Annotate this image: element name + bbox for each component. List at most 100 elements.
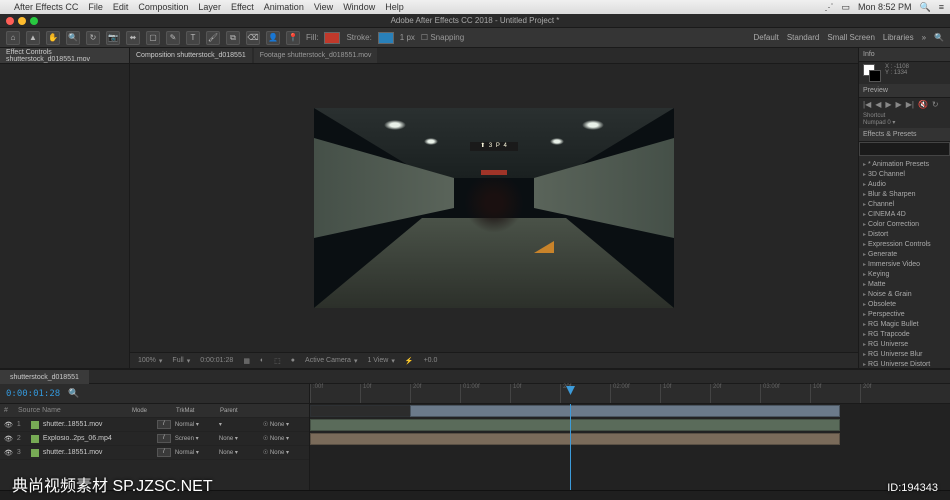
camera-tool[interactable]: 📷 bbox=[106, 31, 120, 45]
wifi-icon[interactable]: ⋰ bbox=[824, 2, 833, 13]
workspace-libraries[interactable]: Libraries bbox=[883, 33, 914, 42]
shortcut-dropdown[interactable]: Numpad 0 ▾ bbox=[863, 119, 946, 126]
menu-edit[interactable]: Edit bbox=[113, 2, 129, 12]
stroke-width[interactable]: 1 px bbox=[400, 33, 415, 42]
play-icon[interactable]: ▶ bbox=[885, 100, 891, 109]
notification-icon[interactable]: ≡ bbox=[939, 2, 944, 12]
playhead[interactable] bbox=[570, 404, 571, 490]
effect-category[interactable]: Color Correction bbox=[863, 220, 946, 230]
mute-icon[interactable]: 🔇 bbox=[918, 100, 928, 109]
time-ruler[interactable]: :00f10f20f01:00f10f20f02:00f10f20f03:00f… bbox=[310, 384, 950, 403]
effect-category[interactable]: RG Trapcode bbox=[863, 330, 946, 340]
eraser-tool[interactable]: ⌫ bbox=[246, 31, 260, 45]
trkmat-dropdown[interactable]: None ▾ bbox=[219, 435, 259, 442]
eye-icon[interactable]: 👁 bbox=[4, 421, 13, 429]
search-icon[interactable]: 🔍 bbox=[920, 2, 931, 13]
col-source[interactable]: Source Name bbox=[18, 407, 128, 414]
fill-swatch[interactable] bbox=[324, 32, 340, 44]
effect-category[interactable]: CINEMA 4D bbox=[863, 210, 946, 220]
shape-tool[interactable]: ▢ bbox=[146, 31, 160, 45]
workspace-smallscreen[interactable]: Small Screen bbox=[827, 33, 875, 42]
layer-name[interactable]: shutter..18551.mov bbox=[43, 449, 153, 456]
camera-dropdown[interactable]: Active Camera ▾ bbox=[305, 357, 357, 365]
menu-composition[interactable]: Composition bbox=[138, 2, 188, 12]
prev-frame-icon[interactable]: ◀ bbox=[875, 100, 881, 109]
blend-mode-dropdown[interactable]: Normal ▾ bbox=[175, 449, 215, 456]
eye-icon[interactable]: 👁 bbox=[4, 449, 13, 457]
effect-category[interactable]: Channel bbox=[863, 200, 946, 210]
layer-row[interactable]: 👁1shutter..18551.mov/Normal ▾ ▾☉ None ▾ bbox=[0, 418, 309, 432]
magnification-dropdown[interactable]: 100% ▾ bbox=[138, 357, 162, 365]
next-frame-icon[interactable]: ▶ bbox=[896, 100, 902, 109]
composition-viewer[interactable]: ⬆ 3 P 4 bbox=[130, 64, 858, 352]
maximize-button[interactable] bbox=[30, 17, 38, 25]
last-frame-icon[interactable]: ▶| bbox=[906, 100, 914, 109]
fast-preview-icon[interactable]: ⚡ bbox=[405, 357, 414, 365]
effect-category[interactable]: Distort bbox=[863, 230, 946, 240]
minimize-button[interactable] bbox=[18, 17, 26, 25]
loop-icon[interactable]: ↻ bbox=[932, 100, 939, 109]
col-trkmat[interactable]: TrkMat bbox=[176, 408, 216, 414]
layer-color-swatch[interactable] bbox=[31, 421, 39, 429]
effect-category[interactable]: Expression Controls bbox=[863, 240, 946, 250]
transparency-grid-icon[interactable]: ▦ bbox=[243, 357, 250, 365]
pen-tool[interactable]: ✎ bbox=[166, 31, 180, 45]
app-menu[interactable]: After Effects CC bbox=[14, 2, 78, 12]
search-layers-icon[interactable]: 🔍 bbox=[68, 388, 79, 399]
parent-dropdown[interactable]: ☉ None ▾ bbox=[263, 435, 303, 442]
blend-mode-dropdown[interactable]: Normal ▾ bbox=[175, 421, 215, 428]
layer-row[interactable]: 👁2Explosio..2ps_06.mp4/Screen ▾None ▾☉ N… bbox=[0, 432, 309, 446]
clock[interactable]: Mon 8:52 PM bbox=[858, 2, 912, 12]
parent-dropdown[interactable]: ☉ None ▾ bbox=[263, 421, 303, 428]
selection-tool[interactable]: ▲ bbox=[26, 31, 40, 45]
effect-category[interactable]: RG Universe bbox=[863, 340, 946, 350]
puppet-tool[interactable]: 📍 bbox=[286, 31, 300, 45]
effect-category[interactable]: RG Magic Bullet bbox=[863, 320, 946, 330]
effect-category[interactable]: Matte bbox=[863, 280, 946, 290]
battery-icon[interactable]: ▭ bbox=[841, 2, 850, 13]
zoom-tool[interactable]: 🔍 bbox=[66, 31, 80, 45]
channels-icon[interactable]: ● bbox=[291, 357, 295, 364]
effect-category[interactable]: Audio bbox=[863, 180, 946, 190]
views-dropdown[interactable]: 1 View ▾ bbox=[367, 357, 394, 365]
first-frame-icon[interactable]: |◀ bbox=[863, 100, 871, 109]
close-button[interactable] bbox=[6, 17, 14, 25]
stroke-swatch[interactable] bbox=[378, 32, 394, 44]
layer-bar-2[interactable] bbox=[310, 419, 840, 431]
hand-tool[interactable]: ✋ bbox=[46, 31, 60, 45]
resolution-dropdown[interactable]: Full ▾ bbox=[172, 357, 190, 365]
brush-tool[interactable]: 🖌 bbox=[206, 31, 220, 45]
footage-tab[interactable]: Footage shutterstock_d018551.mov bbox=[254, 48, 378, 64]
type-tool[interactable]: T bbox=[186, 31, 200, 45]
blend-mode-dropdown[interactable]: Screen ▾ bbox=[175, 435, 215, 442]
composition-tab[interactable]: Composition shutterstock_d018551 bbox=[130, 48, 252, 64]
current-timecode[interactable]: 0:00:01:28 bbox=[6, 389, 60, 399]
layer-name[interactable]: Explosio..2ps_06.mp4 bbox=[43, 435, 153, 442]
snapping-toggle[interactable]: ☐ Snapping bbox=[421, 33, 464, 42]
search-help-icon[interactable]: 🔍 bbox=[934, 33, 944, 42]
menu-help[interactable]: Help bbox=[385, 2, 404, 12]
home-button[interactable]: ⌂ bbox=[6, 31, 20, 45]
viewer-timecode[interactable]: 0:00:01:28 bbox=[200, 357, 233, 364]
region-icon[interactable]: ⬚ bbox=[274, 357, 281, 365]
workspace-standard[interactable]: Standard bbox=[787, 33, 819, 42]
workspace-more-icon[interactable]: » bbox=[922, 33, 926, 42]
rotation-tool[interactable]: ↻ bbox=[86, 31, 100, 45]
effect-category[interactable]: Noise & Grain bbox=[863, 290, 946, 300]
effect-category[interactable]: 3D Channel bbox=[863, 170, 946, 180]
clone-tool[interactable]: ⧉ bbox=[226, 31, 240, 45]
effect-category[interactable]: Obsolete bbox=[863, 300, 946, 310]
effect-category[interactable]: RG Universe Distort bbox=[863, 360, 946, 368]
menu-window[interactable]: Window bbox=[343, 2, 375, 12]
menu-view[interactable]: View bbox=[314, 2, 333, 12]
timeline-tracks[interactable] bbox=[310, 404, 950, 490]
col-parent[interactable]: Parent bbox=[220, 408, 260, 414]
mask-toggle-icon[interactable]: ◐ bbox=[260, 357, 264, 364]
effect-controls-tab[interactable]: Effect Controls shutterstock_d018551.mov bbox=[0, 48, 129, 64]
layer-name[interactable]: shutter..18551.mov bbox=[43, 421, 153, 428]
pan-behind-tool[interactable]: ⬌ bbox=[126, 31, 140, 45]
effects-search-input[interactable] bbox=[859, 142, 950, 156]
motion-blur-icon[interactable]: / bbox=[157, 420, 171, 429]
menu-effect[interactable]: Effect bbox=[231, 2, 254, 12]
trkmat-dropdown[interactable]: None ▾ bbox=[219, 449, 259, 456]
